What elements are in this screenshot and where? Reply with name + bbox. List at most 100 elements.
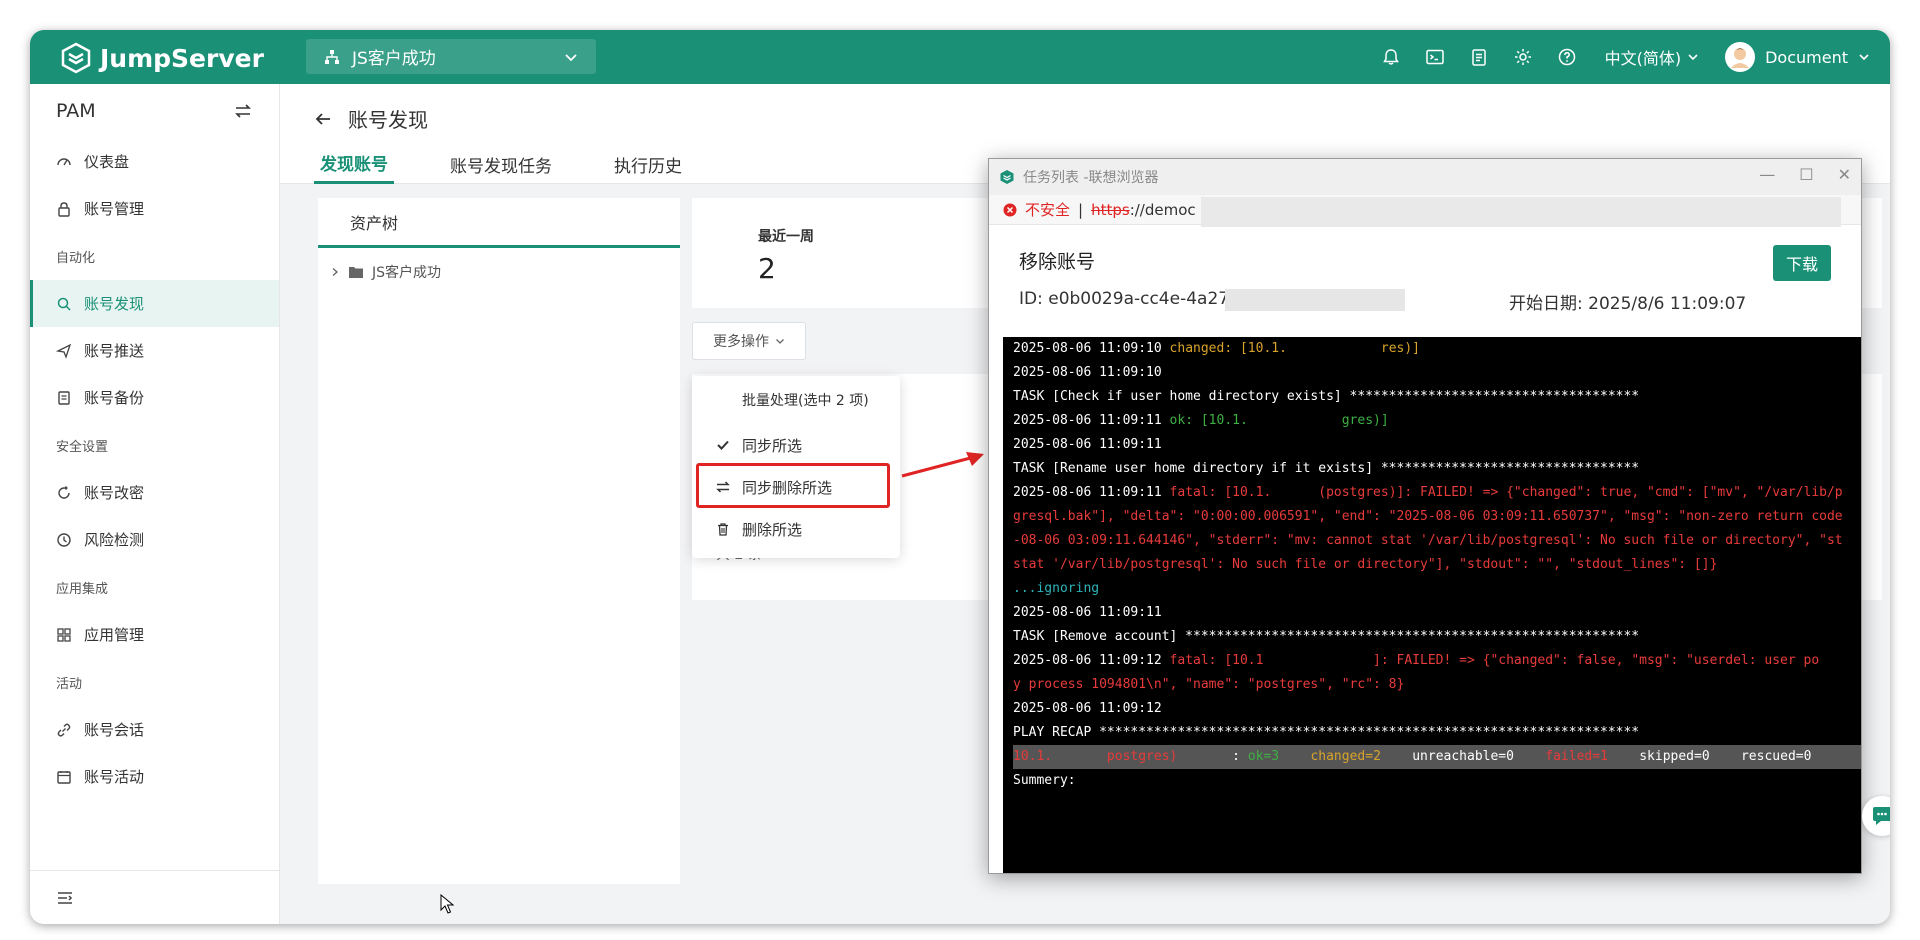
org-selector[interactable]: JS客户成功 bbox=[306, 39, 596, 74]
user-avatar-icon bbox=[1731, 48, 1750, 68]
chevron-down-icon bbox=[1688, 54, 1698, 61]
language-selector[interactable]: 中文(简体) bbox=[1605, 45, 1700, 69]
sidebar-item-account-push[interactable]: 账号推送 bbox=[30, 327, 279, 374]
maximize-icon[interactable]: ☐ bbox=[1799, 165, 1813, 184]
dropdown-header: 批量处理(选中 2 项) bbox=[742, 393, 869, 409]
url-scheme: https bbox=[1091, 200, 1130, 219]
minimize-icon[interactable]: — bbox=[1759, 165, 1775, 184]
sidebar-title: PAM bbox=[56, 100, 96, 122]
recap-ok: ok=3 bbox=[1247, 749, 1280, 764]
log-line: y process 1094801\n", "name": "postgres"… bbox=[1013, 673, 1861, 697]
user-name: Document bbox=[1765, 47, 1848, 67]
calendar-icon bbox=[57, 770, 71, 784]
switch-view-icon[interactable] bbox=[233, 101, 253, 121]
recap-sep bbox=[1710, 749, 1741, 764]
tab-execution-history[interactable]: 执行历史 bbox=[608, 144, 688, 184]
insecure-label: 不安全 bbox=[1025, 201, 1071, 219]
dropdown-item-label: 同步所选 bbox=[742, 436, 803, 455]
stat-label: 最近一周 bbox=[758, 229, 814, 245]
log-line: stat '/var/lib/postgresql': No such file… bbox=[1013, 553, 1861, 577]
terminal-icon bbox=[1425, 49, 1444, 65]
recap-host: 10.1. postgres) bbox=[1013, 749, 1178, 764]
terminal-button[interactable] bbox=[1413, 30, 1457, 84]
help-icon bbox=[1558, 48, 1575, 66]
chevron-down-icon bbox=[565, 53, 577, 61]
redacted-id bbox=[1225, 289, 1405, 311]
recap-failed: failed=1 bbox=[1545, 749, 1608, 764]
sidebar-item-label: 账号发现 bbox=[84, 295, 145, 313]
dashboard-icon bbox=[57, 157, 71, 165]
link-icon bbox=[57, 723, 71, 737]
log-message: ...ignoring bbox=[1013, 581, 1100, 596]
log-line: 2025-08-06 11:09:10 changed: [10.1. res)… bbox=[1013, 337, 1861, 361]
sidebar-item-label: 账号活动 bbox=[84, 768, 145, 786]
more-actions-button[interactable]: 更多操作 bbox=[692, 322, 806, 360]
chevron-right-icon[interactable] bbox=[330, 267, 340, 277]
log-timestamp: PLAY RECAP *****************************… bbox=[1013, 725, 1640, 740]
log-timestamp: Summery: bbox=[1013, 773, 1076, 788]
language-label: 中文(简体) bbox=[1604, 49, 1682, 68]
chevron-down-icon bbox=[1859, 54, 1869, 61]
check-icon bbox=[717, 440, 729, 450]
log-line: -08-06 03:09:11.644146", "stderr": "mv: … bbox=[1013, 529, 1861, 553]
sidebar-item-account-backup[interactable]: 账号备份 bbox=[30, 374, 279, 421]
sidebar-item-app-management[interactable]: 应用管理 bbox=[30, 611, 279, 658]
task-log-terminal[interactable]: 2025-08-06 11:09:10 changed: [10.1. res)… bbox=[1003, 337, 1861, 873]
sidebar-item-label: 仪表盘 bbox=[84, 153, 130, 171]
notification-button[interactable] bbox=[1369, 30, 1413, 84]
sidebar-item-account-management[interactable]: 账号管理 bbox=[30, 185, 279, 232]
log-line: 2025-08-06 11:09:11 ok: [10.1. gres)] bbox=[1013, 409, 1861, 433]
sidebar-item-risk-detection[interactable]: 风险检测 bbox=[30, 516, 279, 563]
tab-discovery-tasks[interactable]: 账号发现任务 bbox=[444, 144, 558, 184]
top-navbar: JumpServer JS客户成功 中文(简体) Document bbox=[30, 30, 1890, 84]
sidebar-item-account-discovery[interactable]: 账号发现 bbox=[30, 280, 279, 327]
log-line: 2025-08-06 11:09:11 bbox=[1013, 601, 1861, 625]
sidebar-item-dashboard[interactable]: 仪表盘 bbox=[30, 138, 279, 185]
tab-discovered-accounts[interactable]: 发现账号 bbox=[314, 144, 394, 184]
window-controls: — ☐ ✕ bbox=[1759, 165, 1851, 184]
chat-assistant-button[interactable] bbox=[1862, 796, 1890, 836]
task-list-browser-window: 任务列表 -联想浏览器 — ☐ ✕ 不安全 | https://democ 移除… bbox=[988, 158, 1862, 874]
clipboard-icon bbox=[1471, 49, 1486, 66]
log-line: 2025-08-06 11:09:11 fatal: [10.1. (postg… bbox=[1013, 481, 1861, 505]
log-timestamp: 2025-08-06 11:09:11 bbox=[1013, 605, 1162, 620]
help-button[interactable] bbox=[1545, 30, 1589, 84]
log-timestamp: 2025-08-06 11:09:11 bbox=[1013, 485, 1162, 500]
clock-icon bbox=[57, 532, 71, 547]
sidebar-group-automation: 自动化 bbox=[56, 250, 96, 266]
log-timestamp: 2025-08-06 11:09:10 bbox=[1013, 341, 1162, 356]
brand-logo[interactable]: JumpServer bbox=[60, 42, 264, 74]
delete-selected-item[interactable]: 删除所选 bbox=[692, 508, 900, 550]
download-button[interactable]: 下载 bbox=[1773, 245, 1831, 281]
browser-logo-icon bbox=[1000, 170, 1014, 184]
log-timestamp: TASK [Check if user home directory exist… bbox=[1013, 389, 1640, 404]
user-menu[interactable]: Document bbox=[1725, 42, 1870, 72]
back-arrow-icon[interactable] bbox=[314, 110, 332, 128]
sidebar-collapse[interactable] bbox=[30, 870, 280, 924]
sync-selected-item[interactable]: 同步所选 bbox=[692, 424, 900, 466]
app-window: JumpServer JS客户成功 中文(简体) Document PAM 仪表… bbox=[30, 30, 1890, 924]
log-line: 2025-08-06 11:09:12 fatal: [10.1 ]: FAIL… bbox=[1013, 649, 1861, 673]
sidebar-item-change-secret[interactable]: 账号改密 bbox=[30, 469, 279, 516]
recap-changed: changed=2 bbox=[1310, 749, 1381, 764]
document-icon bbox=[58, 390, 70, 405]
tickets-button[interactable] bbox=[1457, 30, 1501, 84]
asset-tree-panel: 资产树 JS客户成功 bbox=[318, 198, 680, 884]
annotation-arrow-icon bbox=[901, 452, 984, 478]
settings-button[interactable] bbox=[1501, 30, 1545, 84]
search-icon bbox=[57, 297, 71, 311]
log-line: TASK [Check if user home directory exist… bbox=[1013, 385, 1861, 409]
avatar bbox=[1725, 42, 1756, 72]
sidebar-item-account-sessions[interactable]: 账号会话 bbox=[30, 706, 279, 753]
sidebar-group-activity: 活动 bbox=[56, 676, 83, 692]
sidebar-item-account-activity[interactable]: 账号活动 bbox=[30, 753, 279, 800]
highlight-annotation-box bbox=[696, 463, 890, 508]
sidebar-item-label: 账号推送 bbox=[84, 342, 145, 360]
chat-icon bbox=[1873, 807, 1890, 825]
task-id: ID: e0b0029a-cc4e-4a27- bbox=[1019, 289, 1236, 309]
close-icon[interactable]: ✕ bbox=[1838, 165, 1851, 184]
asset-tree-title[interactable]: 资产树 bbox=[318, 198, 680, 248]
tree-node[interactable]: JS客户成功 bbox=[318, 262, 680, 282]
mouse-cursor-icon bbox=[440, 894, 454, 914]
log-timestamp: 2025-08-06 11:09:10 bbox=[1013, 365, 1162, 380]
